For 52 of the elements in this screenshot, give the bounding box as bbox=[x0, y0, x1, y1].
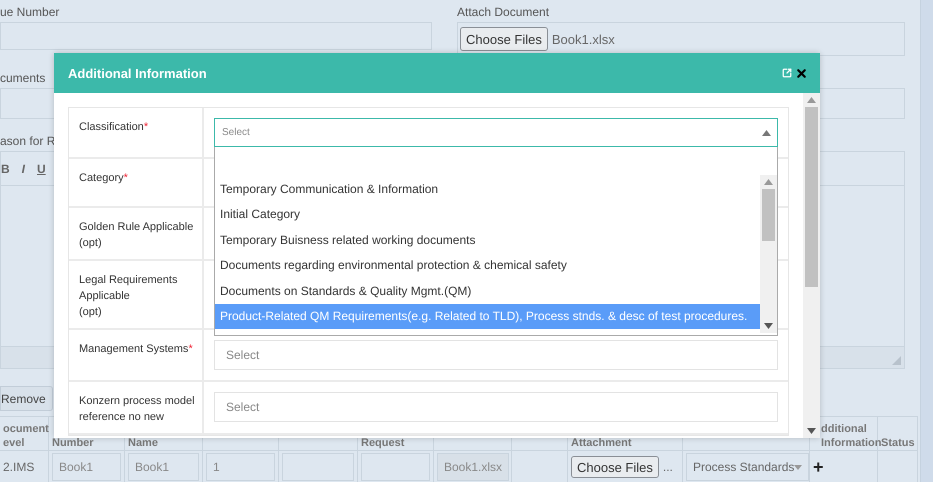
format-button[interactable]: I bbox=[22, 162, 26, 176]
column-header: dditional bbox=[821, 422, 867, 436]
input-field[interactable]: Book1 bbox=[52, 453, 121, 481]
add-button[interactable]: + bbox=[813, 456, 824, 478]
field-label: Management Systems* bbox=[79, 342, 193, 357]
field-label: Golden Rule Applicable bbox=[79, 220, 194, 235]
select-field[interactable]: Select bbox=[214, 340, 778, 370]
external-link-icon[interactable] bbox=[782, 68, 792, 78]
scroll-up-icon[interactable] bbox=[764, 179, 773, 185]
field-label: Attach Document bbox=[457, 4, 550, 21]
dropdown-option[interactable]: Product-Related QM Requirements(e.g. Related to TLD), Process stnds. & desc of test procedures. bbox=[215, 304, 760, 329]
format-button[interactable]: U bbox=[37, 162, 46, 176]
choose-files-button[interactable]: Choose Files bbox=[460, 27, 548, 51]
scroll-up-icon[interactable] bbox=[807, 97, 816, 103]
type-select[interactable]: Process Standards bbox=[686, 453, 810, 481]
select-field[interactable]: Select bbox=[214, 118, 778, 147]
column-header: Name bbox=[128, 436, 158, 450]
column-header: Status bbox=[881, 436, 915, 450]
more-text: ... bbox=[662, 460, 673, 474]
input-field[interactable]: 1 bbox=[206, 453, 275, 481]
column-header: ocument bbox=[3, 422, 49, 436]
field-note: (opt) bbox=[79, 236, 102, 251]
scrollbar[interactable] bbox=[803, 93, 820, 438]
field-label: Legal Requirements Applicable bbox=[79, 273, 178, 304]
scroll-down-icon[interactable] bbox=[764, 323, 773, 329]
column-header: Attachment bbox=[571, 436, 632, 450]
input-field[interactable]: Book1 bbox=[128, 453, 199, 481]
choose-files-button[interactable]: Choose Files bbox=[571, 456, 659, 478]
resize-icon[interactable] bbox=[892, 356, 901, 365]
column-header: Request bbox=[361, 436, 404, 450]
input-field[interactable] bbox=[0, 22, 432, 50]
field-note: (opt) bbox=[79, 305, 102, 320]
close-icon[interactable] bbox=[795, 66, 808, 80]
column-header: evel bbox=[3, 436, 24, 450]
select-field[interactable]: Select bbox=[214, 392, 778, 422]
remove-button[interactable]: Remove bbox=[0, 386, 53, 411]
field-label: Classification* bbox=[79, 120, 148, 135]
field-label: ue Number bbox=[0, 4, 60, 21]
scrollbar[interactable] bbox=[760, 175, 777, 333]
caret-icon bbox=[762, 130, 771, 136]
field-label: cuments bbox=[0, 70, 46, 87]
caret-icon bbox=[794, 464, 802, 470]
field-label: Category* bbox=[79, 171, 128, 186]
dialog-title: Additional Information bbox=[68, 66, 208, 80]
column-header: Number bbox=[52, 436, 94, 450]
column-header: Information bbox=[821, 436, 882, 450]
file-name: Book1.xlsx bbox=[552, 32, 615, 46]
format-button[interactable]: B bbox=[1, 162, 10, 176]
input-field: Book1.xlsx bbox=[437, 453, 510, 481]
field-label: Konzern process model reference no new bbox=[79, 394, 196, 425]
table-cell: 2.IMS bbox=[3, 460, 34, 474]
scroll-down-icon[interactable] bbox=[807, 428, 816, 434]
